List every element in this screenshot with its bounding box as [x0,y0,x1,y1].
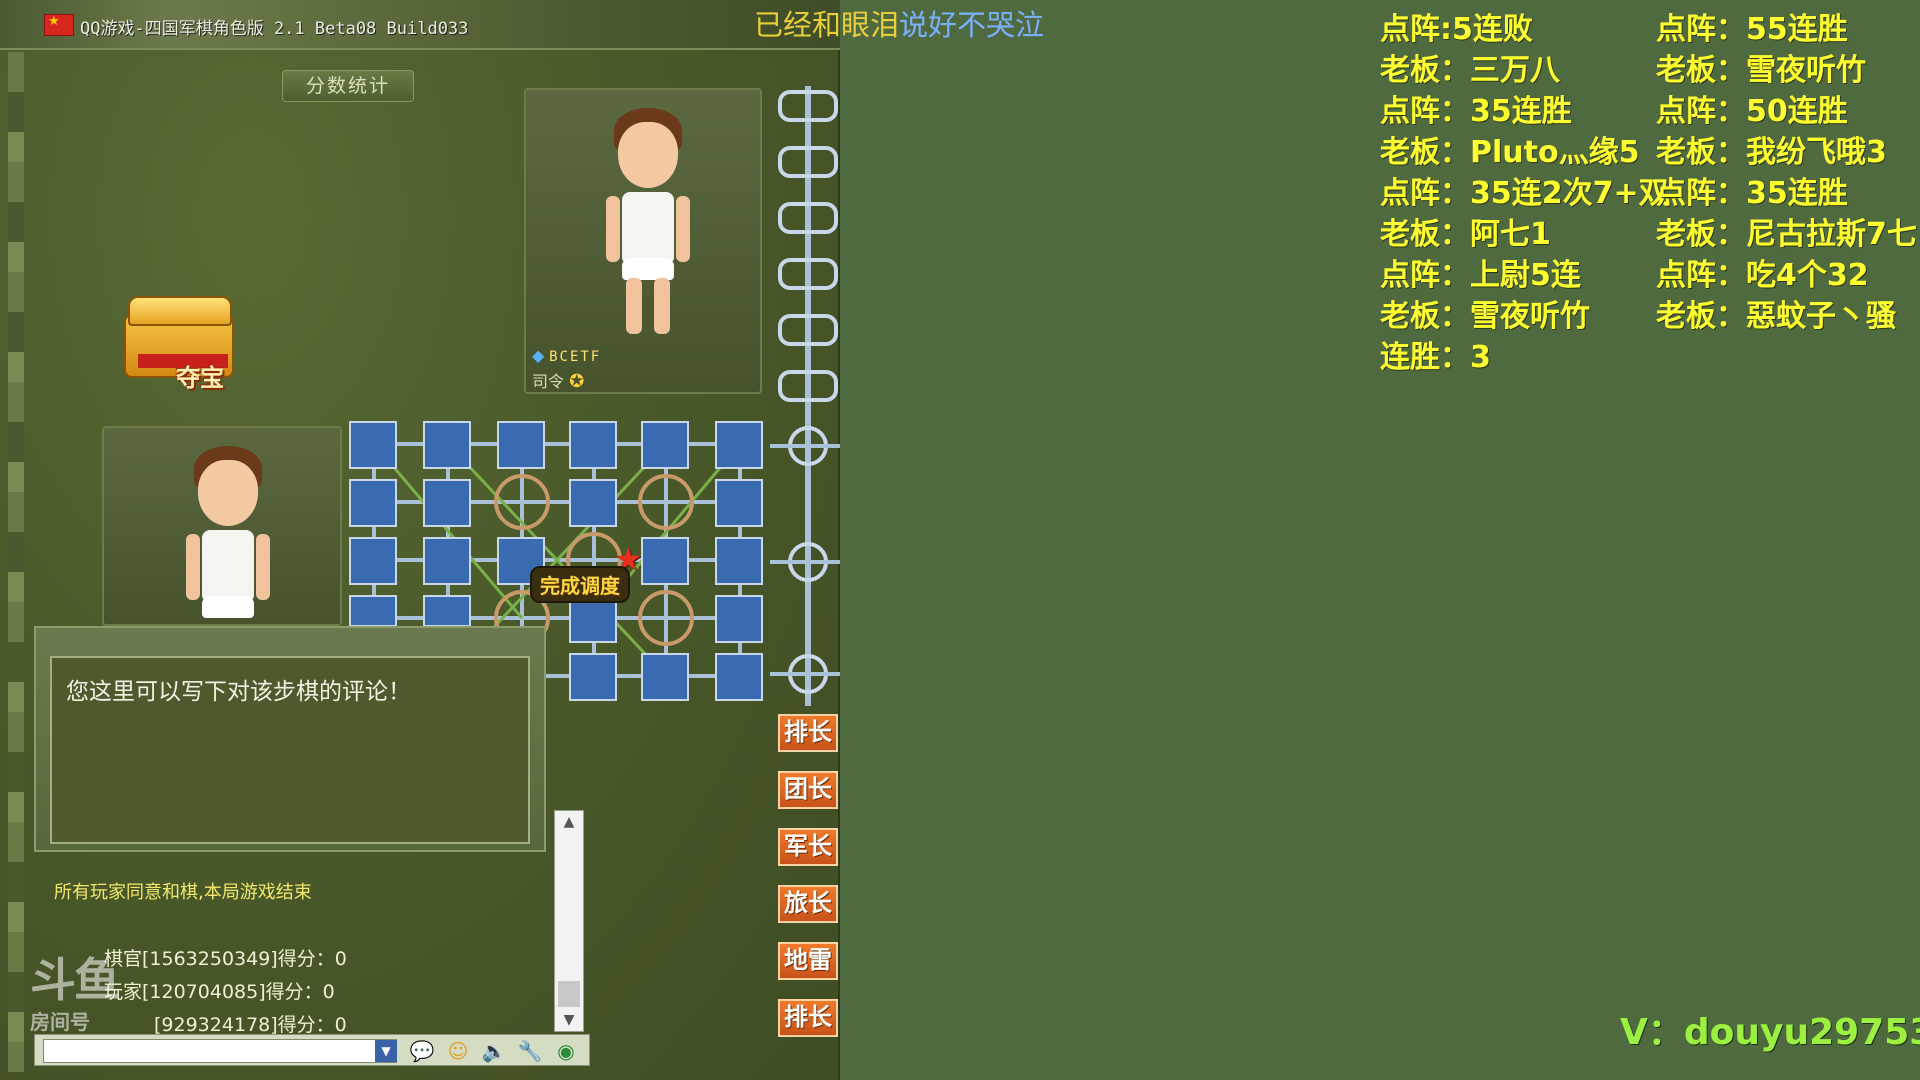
scroll-down-icon[interactable]: ▼ [555,1009,583,1031]
player-rank-label: 司令 [532,372,565,391]
stat-line: 连胜：3 [1380,340,1491,375]
player-avatar-card-left[interactable] [102,426,342,626]
player-avatar-left [166,446,286,624]
stat-line: 老板：惡蚊子丶骚 [1656,299,1896,334]
player-avatar-top [586,108,706,338]
player-code: BCETF [549,349,602,365]
stat-line: 点阵：35连胜 [1656,176,1848,211]
comment-placeholder: 您这里可以写下对该步棋的评论！ [66,679,411,705]
contact-text: V：douyu297535 [1620,1012,1920,1053]
lyric-part-1: 已经和眼泪 [754,8,900,42]
window-title: QQ游戏-四国军棋角色版 2.1 Beta08 Build033 [80,19,469,39]
room-watermark-label: 房间号 [30,1010,90,1034]
lyric-part-2: 说好不哭泣 [899,8,1045,42]
stat-line: 点阵：50连胜 [1656,94,1848,129]
score-stats-tab[interactable]: 分数统计 [282,70,414,102]
stat-line: 老板：三万八 [1380,53,1560,88]
score-line: [929324178]得分：0 [154,1014,347,1036]
stat-line: 点阵:5连败 [1380,12,1533,47]
treasure-label: 夺宝 [176,364,224,392]
camo-border [8,52,24,1072]
chevron-down-icon[interactable]: ▼ [375,1040,397,1062]
stat-line: 老板：雪夜听竹 [1380,299,1590,334]
rank-tile[interactable]: 地雷 [778,942,838,980]
treasure-chest-lid [128,296,232,326]
scroll-thumb[interactable] [558,981,580,1007]
player-code-badge: ◆ BCETF [532,346,601,365]
comment-input[interactable]: 您这里可以写下对该步棋的评论！ [50,656,530,844]
stat-line: 点阵：上尉5连 [1380,258,1581,293]
stat-line: 点阵：吃4个32 [1656,258,1869,293]
diamond-icon: ◆ [532,346,545,365]
dispatch-complete-badge: 完成调度 [530,566,630,603]
scroll-up-icon[interactable]: ▲ [555,811,583,833]
score-line: 玩家[120704085]得分：0 [104,981,335,1003]
score-line: 棋官[1563250349]得分：0 [104,948,347,970]
emoji-icon[interactable]: ☺ [443,1038,473,1064]
wrench-icon[interactable]: 🔧 [515,1038,545,1064]
stat-line: 点阵：35连胜 [1380,94,1572,129]
chat-input[interactable] [43,1039,397,1063]
treasure-button[interactable]: 夺宝 [118,296,250,392]
flag-icon [44,14,74,36]
stat-line: 老板：雪夜听竹 [1656,53,1866,88]
rank-tile[interactable]: 团长 [778,771,838,809]
chat-input-bar: ▼ 💬 ☺ 🔈 🔧 ◉ [34,1034,590,1066]
room-watermark: 斗鱼 房间号 [30,944,136,1040]
chat-bubble-icon[interactable]: 💬 [407,1038,437,1064]
system-message: 所有玩家同意和棋,本局游戏结束 [54,882,312,903]
globe-icon[interactable]: ◉ [551,1038,581,1064]
lyric-banner: 已经和眼泪说好不哭泣 [754,2,1044,44]
stat-line: 老板：尼古拉斯7七 [1656,217,1917,252]
rank-tile[interactable]: 旅长 [778,885,838,923]
player-avatar-card-top[interactable]: ◆ BCETF 司令 ✪ [524,88,762,394]
stat-line: 老板：阿七1 [1380,217,1551,252]
title-bar[interactable]: QQ游戏-四国军棋角色版 2.1 Beta08 Build033 [0,0,840,50]
speaker-icon[interactable]: 🔈 [479,1038,509,1064]
room-watermark-logo: 斗鱼 [30,953,120,1007]
rank-tile[interactable]: 排长 [778,999,838,1037]
chat-scrollbar[interactable]: ▲ ▼ [554,810,584,1032]
game-window: QQ游戏-四国军棋角色版 2.1 Beta08 Build033 分数统计 ◆ … [0,0,840,1080]
stat-line: 点阵：55连胜 [1656,12,1848,47]
board-railway [770,86,840,706]
stat-line: 点阵：35连2次7+双 [1380,176,1669,211]
stat-line: 老板：我纷飞哦3 [1656,135,1887,170]
rank-tile[interactable]: 排长 [778,714,838,752]
comment-panel: 您这里可以写下对该步棋的评论！ [34,626,546,852]
rank-tile[interactable]: 军长 [778,828,838,866]
stat-line: 老板：Pluto灬缘5 [1380,135,1640,170]
player-rank: 司令 ✪ [532,368,584,392]
rank-emblem-icon: ✪ [569,371,585,392]
